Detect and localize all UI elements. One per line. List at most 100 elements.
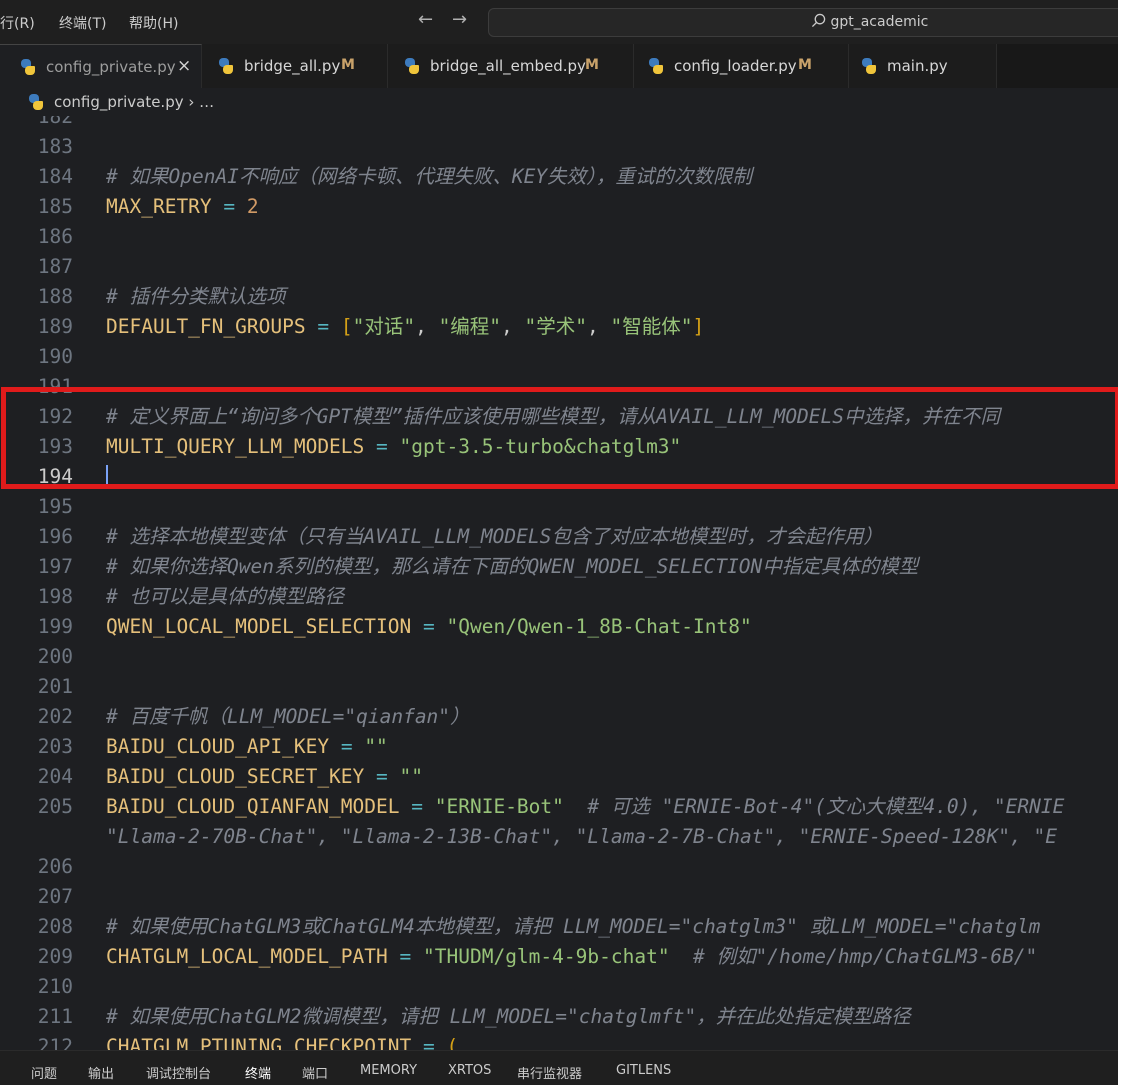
code-line[interactable]: 204 BAIDU_CLOUD_SECRET_KEY = "" (0, 762, 1118, 792)
code-line[interactable]: 188 # 插件分类默认选项 (0, 282, 1118, 312)
code-variable: QWEN_LOCAL_MODEL_SELECTION (106, 615, 412, 638)
tab-bridge-all[interactable]: bridge_all.py M (202, 44, 388, 88)
menu-help[interactable]: 帮助(H) (129, 13, 178, 33)
forward-arrow-icon[interactable]: → (452, 9, 467, 30)
code-line[interactable]: 201 (0, 672, 1118, 702)
panel-tab-debug-console[interactable]: 调试控制台 (146, 1063, 211, 1082)
code-line[interactable]: "Llama-2-70B-Chat", "Llama-2-13B-Chat", … (0, 822, 1118, 852)
panel-tab-ports[interactable]: 端口 (302, 1063, 328, 1082)
code-bracket: [ (340, 315, 353, 338)
code-punct (435, 1035, 447, 1050)
line-code: # 如果你选择Qwen系列的模型，那么请在下面的QWEN_MODEL_SELEC… (106, 552, 918, 582)
line-number: 198 (37, 585, 73, 608)
tab-label: main.py (887, 57, 948, 75)
code-line[interactable]: 195 (0, 492, 1118, 522)
tab-bridge-all-embed[interactable]: bridge_all_embed.py M (388, 44, 634, 88)
code-punct (364, 765, 376, 788)
code-line[interactable]: 212 CHATGLM_PTUNING_CHECKPOINT = ( (0, 1032, 1118, 1050)
menu-run[interactable]: 行(R) (0, 13, 35, 33)
line-number: 196 (37, 525, 73, 548)
code-line[interactable]: 187 (0, 252, 1118, 282)
code-line[interactable]: 209 CHATGLM_LOCAL_MODEL_PATH = "THUDM/glm… (0, 942, 1118, 972)
code-comment: # 如果使用ChatGLM3或ChatGLM4本地模型，请把 LLM_MODEL… (106, 915, 1041, 938)
code-line[interactable]: 189 DEFAULT_FN_GROUPS = ["对话", "编程", "学术"… (0, 312, 1118, 342)
tab-config-private[interactable]: config_private.py × (0, 44, 202, 88)
line-number: 202 (37, 705, 73, 728)
code-string: "" (399, 765, 424, 788)
line-number: 207 (37, 885, 73, 908)
panel-tab-gitlens[interactable]: GITLENS (616, 1063, 671, 1078)
tab-main[interactable]: main.py (849, 44, 997, 88)
panel-tab-output[interactable]: 输出 (88, 1063, 114, 1082)
python-file-icon (218, 58, 234, 74)
code-line[interactable]: 186 (0, 222, 1118, 252)
back-arrow-icon[interactable]: ← (418, 9, 433, 30)
code-line[interactable]: 203 BAIDU_CLOUD_API_KEY = "" (0, 732, 1118, 762)
panel-tab-serial-monitor[interactable]: 串行监视器 (517, 1063, 582, 1082)
screen-edge (1118, 0, 1123, 1085)
breadcrumb[interactable]: config_private.py › … (0, 88, 1118, 116)
line-number: 182 (37, 116, 73, 128)
code-line[interactable]: 196 # 选择本地模型变体（只有当AVAIL_LLM_MODELS包含了对应本地… (0, 522, 1118, 552)
code-operator: = (423, 1035, 435, 1050)
line-number: 187 (37, 255, 73, 278)
code-comment: # 可选 "ERNIE-Bot-4"(文心大模型4.0), "ERNIE (587, 795, 1065, 818)
panel-tab-xrtos[interactable]: XRTOS (448, 1063, 491, 1078)
tab-config-loader[interactable]: config_loader.py M (634, 44, 849, 88)
code-line[interactable]: 183 (0, 132, 1118, 162)
code-operator: = (340, 735, 353, 758)
panel-tab-problems[interactable]: 问题 (31, 1063, 57, 1082)
code-editor[interactable]: 182 183 184 # 如果OpenAI不响应（网络卡顿、代理失败、KEY失效），… (0, 116, 1118, 1050)
close-icon[interactable]: × (177, 56, 191, 76)
line-number: 184 (37, 165, 73, 188)
code-operator: = (223, 195, 236, 218)
code-line[interactable]: 198 # 也可以是具体的模型路径 (0, 582, 1118, 612)
code-line[interactable]: 200 (0, 642, 1118, 672)
code-string: "Qwen/Qwen-1_8B-Chat-Int8" (446, 615, 752, 638)
code-variable: BAIDU_CLOUD_QIANFAN_MODEL (106, 795, 400, 818)
code-punct (411, 1035, 423, 1050)
tab-label: config_private.py (46, 58, 176, 76)
code-variable: BAIDU_CLOUD_API_KEY (106, 735, 330, 758)
breadcrumb-file: config_private.py (54, 93, 184, 111)
code-line[interactable]: 206 (0, 852, 1118, 882)
code-line[interactable]: 210 (0, 972, 1118, 1002)
code-punct: , (415, 315, 439, 338)
code-line[interactable]: 190 (0, 342, 1118, 372)
line-code: MAX_RETRY = 2 (106, 192, 259, 222)
code-line[interactable]: 207 (0, 882, 1118, 912)
code-line[interactable]: 199 QWEN_LOCAL_MODEL_SELECTION = "Qwen/Qw… (0, 612, 1118, 642)
line-number: 203 (37, 735, 73, 758)
code-comment: # 百度千帆（LLM_MODEL="qianfan"） (106, 705, 470, 728)
line-number: 188 (37, 285, 73, 308)
python-file-icon (20, 59, 36, 75)
code-line[interactable]: 185 MAX_RETRY = 2 (0, 192, 1118, 222)
code-line[interactable]: 202 # 百度千帆（LLM_MODEL="qianfan"） (0, 702, 1118, 732)
command-center-search[interactable]: gpt_academic (488, 8, 1118, 37)
line-code: "Llama-2-70B-Chat", "Llama-2-13B-Chat", … (106, 822, 1057, 852)
code-operator: = (317, 315, 330, 338)
code-line[interactable]: 182 (0, 116, 1118, 132)
code-punct (411, 945, 423, 968)
code-number: 2 (246, 195, 259, 218)
code-line[interactable]: 197 # 如果你选择Qwen系列的模型，那么请在下面的QWEN_MODEL_SE… (0, 552, 1118, 582)
code-line[interactable]: 184 # 如果OpenAI不响应（网络卡顿、代理失败、KEY失效），重试的次数限… (0, 162, 1118, 192)
code-punct (353, 735, 365, 758)
breadcrumb-path[interactable]: config_private.py › … (54, 93, 214, 111)
red-highlight-annotation (1, 387, 1118, 489)
code-line[interactable]: 211 # 如果使用ChatGLM2微调模型，请把 LLM_MODEL="chat… (0, 1002, 1118, 1032)
line-number: 185 (37, 195, 73, 218)
panel-tab-terminal[interactable]: 终端 (245, 1063, 271, 1082)
panel-tab-memory[interactable]: MEMORY (360, 1063, 417, 1078)
code-punct (423, 795, 435, 818)
code-string: "智能体" (610, 315, 693, 338)
code-operator: = (423, 615, 435, 638)
tab-label: bridge_all.py (244, 57, 341, 75)
code-line[interactable]: 208 # 如果使用ChatGLM3或ChatGLM4本地模型，请把 LLM_MO… (0, 912, 1118, 942)
tab-label: bridge_all_embed.py (430, 57, 586, 75)
code-bracket: ( (446, 1035, 459, 1050)
tab-label: config_loader.py (674, 57, 797, 75)
code-comment: # 插件分类默认选项 (106, 285, 286, 308)
code-line[interactable]: 205 BAIDU_CLOUD_QIANFAN_MODEL = "ERNIE-Bo… (0, 792, 1118, 822)
menu-terminal[interactable]: 终端(T) (59, 13, 106, 33)
